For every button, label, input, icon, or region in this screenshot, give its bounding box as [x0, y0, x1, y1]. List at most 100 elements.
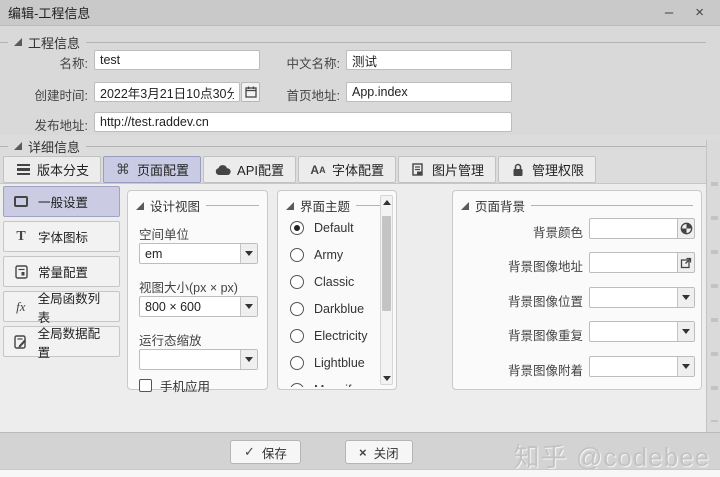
bg-color-field [589, 218, 695, 239]
image-manage-icon [410, 162, 426, 178]
page-config-content: 一般设置 T 字体图标 常量配置 [0, 183, 720, 432]
sidebar-item-general-settings[interactable]: 一般设置 [3, 186, 120, 217]
tab-version-branch[interactable]: 版本分支 [3, 156, 101, 183]
cn-name-label: 中文名称: [252, 53, 340, 72]
chevron-down-icon [677, 288, 694, 307]
divider [86, 146, 706, 147]
save-button[interactable]: ✓ 保存 [230, 440, 301, 464]
runtime-scale-select[interactable] [139, 349, 258, 370]
created-input[interactable] [94, 82, 240, 102]
collapse-triangle-icon[interactable] [286, 202, 294, 210]
constants-doc-icon [12, 265, 30, 279]
radio-unselected[interactable] [290, 248, 304, 262]
clipped-window-edge [706, 140, 720, 432]
sidebar-item-font-icons[interactable]: T 字体图标 [3, 221, 120, 252]
home-input[interactable] [346, 82, 512, 102]
bg-repeat-label: 背景图像重复 [487, 325, 583, 344]
ui-theme-header: 界面主题 [278, 191, 396, 215]
chevron-down-icon [677, 322, 694, 341]
collapse-triangle-icon[interactable] [14, 142, 22, 150]
theme-options-list: Default Army Classic Darkblue [278, 213, 380, 387]
bg-attachment-select[interactable] [589, 356, 695, 377]
view-size-label: 视图大小(px × px) [139, 277, 238, 296]
chevron-down-icon [240, 244, 257, 263]
design-view-panel: 设计视图 空间单位 em 视图大小(px × px) 800 × 600 运行态… [127, 190, 268, 390]
lock-icon [510, 162, 526, 178]
command-icon: ⌘ [115, 162, 131, 178]
window-bottom-edge [0, 469, 720, 477]
theme-option-army[interactable]: Army [290, 248, 343, 262]
page-background-header: 页面背景 [453, 191, 701, 215]
theme-option-electricity[interactable]: Electricity [290, 329, 367, 343]
space-unit-select[interactable]: em [139, 243, 258, 264]
bg-color-input[interactable] [589, 218, 678, 239]
screen-icon [12, 196, 30, 207]
theme-option-lightblue[interactable]: Lightblue [290, 356, 365, 370]
close-button[interactable]: × [695, 5, 704, 20]
radio-unselected[interactable] [290, 356, 304, 370]
minimize-button[interactable]: – [665, 5, 673, 20]
radio-unselected[interactable] [290, 302, 304, 316]
bg-position-select[interactable] [589, 287, 695, 308]
divider [86, 42, 706, 43]
collapse-triangle-icon[interactable] [136, 202, 144, 210]
page-background-panel: 页面背景 背景颜色 [452, 190, 702, 390]
detail-header: 详细信息 [0, 138, 720, 154]
project-info-section: 工程信息 名称: 中文名称: 创建时间: 首页地址: 发布地址: [0, 26, 720, 135]
color-wheel-icon[interactable] [678, 218, 695, 239]
theme-option-darkblue[interactable]: Darkblue [290, 302, 364, 316]
tab-manage-permission[interactable]: 管理权限 [498, 156, 596, 183]
bg-color-label: 背景颜色 [487, 222, 583, 241]
section-title: 详细信息 [28, 137, 80, 156]
bg-repeat-select[interactable] [589, 321, 695, 342]
cloud-icon [215, 162, 231, 178]
chevron-down-icon [240, 297, 257, 316]
cn-name-input[interactable] [346, 50, 512, 70]
project-info-header: 工程信息 [0, 34, 720, 50]
radio-unselected[interactable] [290, 329, 304, 343]
theme-scrollbar[interactable] [380, 195, 393, 385]
divider [206, 205, 259, 206]
sidebar-item-global-functions[interactable]: fx 全局函数列表 [3, 291, 120, 322]
check-icon: ✓ [244, 444, 255, 460]
view-size-select[interactable]: 800 × 600 [139, 296, 258, 317]
theme-option-classic[interactable]: Classic [290, 275, 354, 289]
collapse-triangle-icon[interactable] [14, 38, 22, 46]
home-label: 首页地址: [252, 85, 340, 104]
publish-input[interactable] [94, 112, 512, 132]
chevron-down-icon [240, 350, 257, 369]
design-view-header: 设计视图 [128, 191, 267, 215]
runtime-scale-label: 运行态缩放 [139, 330, 202, 349]
tab-api-config[interactable]: API配置 [203, 156, 296, 183]
section-title: 工程信息 [28, 33, 80, 52]
font-t-icon: T [12, 229, 30, 245]
open-external-icon[interactable] [678, 252, 695, 273]
scroll-up-icon[interactable] [381, 196, 392, 208]
chevron-down-icon [677, 357, 694, 376]
sidebar-item-global-data[interactable]: 全局数据配置 [3, 326, 120, 357]
title-bar: 编辑-工程信息 – × [0, 0, 720, 26]
branch-list-icon [15, 162, 31, 178]
radio-selected[interactable] [290, 221, 304, 235]
radio-unselected[interactable] [290, 383, 304, 387]
ui-theme-panel: 界面主题 Default Army Classic [277, 190, 397, 390]
radio-unselected[interactable] [290, 275, 304, 289]
scrollbar-thumb[interactable] [382, 216, 391, 311]
name-input[interactable] [94, 50, 260, 70]
theme-option-moonify[interactable]: Moonify [290, 383, 358, 387]
bg-image-url-input[interactable] [589, 252, 678, 273]
checkbox-unchecked[interactable] [139, 379, 152, 392]
divider [0, 42, 8, 43]
tab-page-config[interactable]: ⌘ 页面配置 [103, 156, 201, 183]
scroll-down-icon[interactable] [381, 372, 392, 384]
mobile-app-checkbox-row[interactable]: 手机应用 [139, 376, 210, 395]
scrollbar-track[interactable] [381, 208, 392, 372]
collapse-triangle-icon[interactable] [461, 202, 469, 210]
tab-image-manage[interactable]: 图片管理 [398, 156, 496, 183]
bg-attachment-label: 背景图像附着 [487, 360, 583, 379]
bg-image-url-field [589, 252, 695, 273]
sidebar-item-constants[interactable]: 常量配置 [3, 256, 120, 287]
theme-option-default[interactable]: Default [290, 221, 354, 235]
tab-font-config[interactable]: AA 字体配置 [298, 156, 396, 183]
close-dialog-button[interactable]: × 关闭 [345, 440, 413, 464]
